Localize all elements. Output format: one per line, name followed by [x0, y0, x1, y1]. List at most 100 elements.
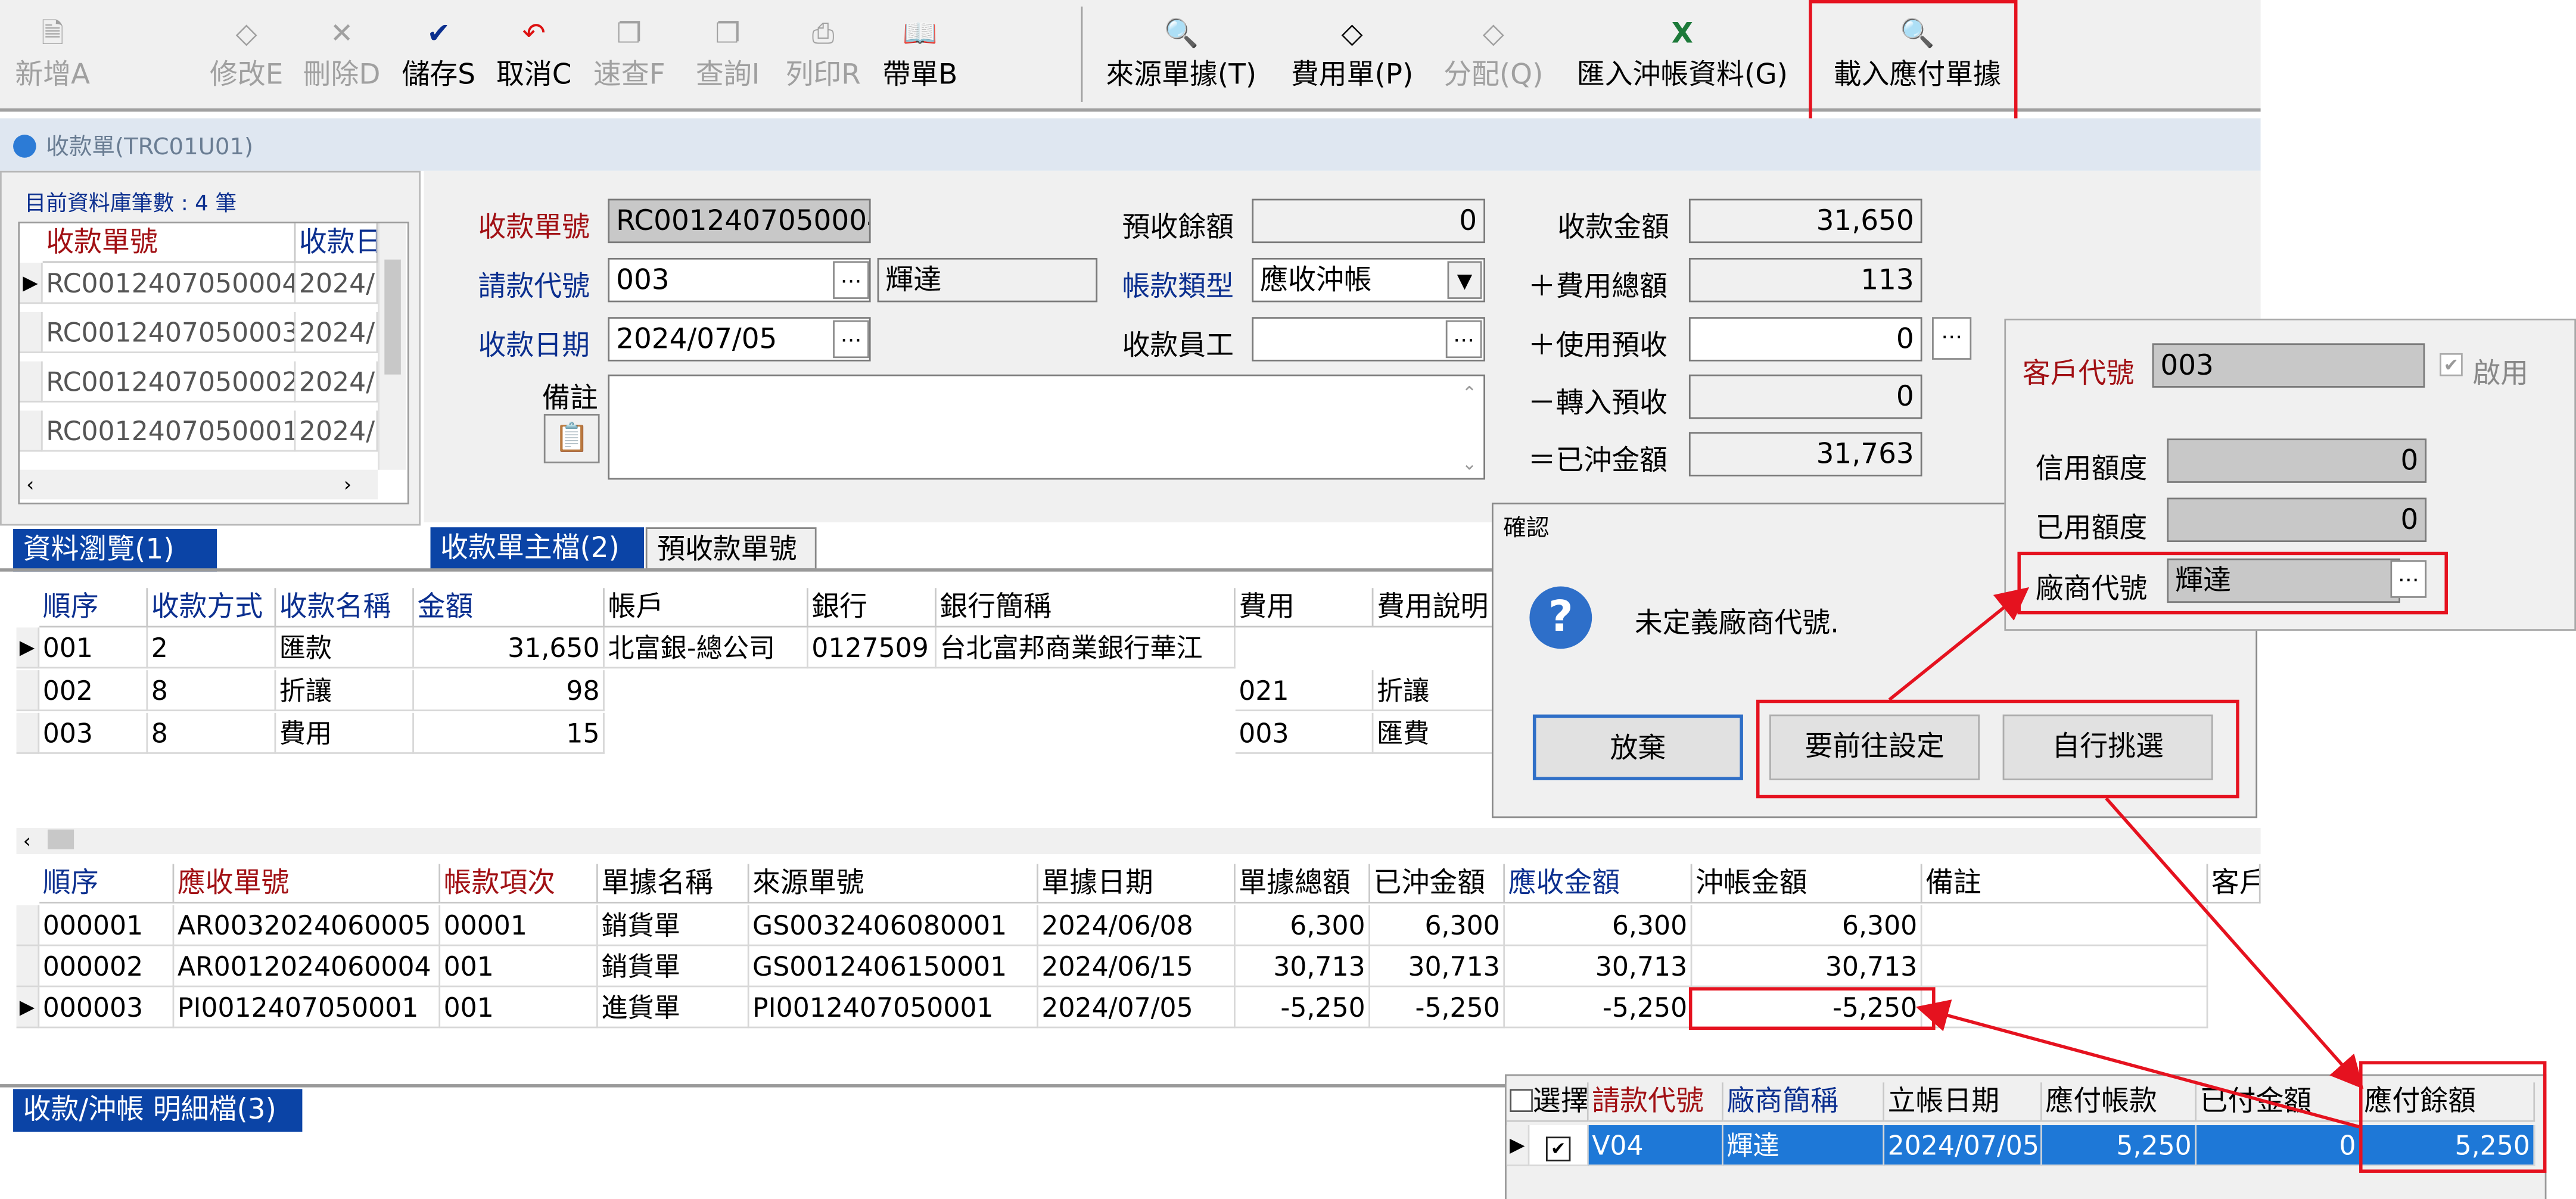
grid-cell[interactable]: 北富銀-總公司: [604, 627, 808, 669]
grid-cell[interactable]: AR0032024060005: [174, 905, 441, 946]
grid-cell[interactable]: 8: [148, 670, 276, 712]
grid-cell[interactable]: 002: [39, 670, 148, 712]
col-header[interactable]: 來源單號: [749, 864, 1038, 904]
grid-cell[interactable]: 30,713: [1235, 946, 1370, 988]
col-header[interactable]: 單據日期: [1038, 864, 1236, 904]
grid-cell[interactable]: 2024/07/05: [1884, 1125, 2042, 1166]
grid-cell[interactable]: 30,713: [1692, 946, 1922, 988]
col-header[interactable]: 廠商簡稱: [1723, 1082, 1885, 1122]
grid-cell[interactable]: 2024/06/08: [1038, 905, 1236, 946]
col-header[interactable]: 沖帳金額: [1692, 864, 1922, 904]
memo-clipboard-button[interactable]: 📋: [543, 413, 600, 463]
date-field[interactable]: 2024/07/05: [608, 317, 871, 362]
grid-cell[interactable]: 2: [148, 627, 276, 669]
save-button[interactable]: ✔ 儲存S: [396, 0, 481, 105]
receipt-no-field[interactable]: RC0012407050004: [608, 198, 871, 244]
grid-cell[interactable]: 0127509: [808, 627, 937, 669]
new-button[interactable]: 🗎 新增A: [7, 0, 98, 105]
grid-cell[interactable]: 6,300: [1692, 905, 1922, 946]
grid-cell[interactable]: 匯費: [1373, 712, 1495, 754]
col-header[interactable]: 帳戶: [604, 588, 808, 628]
browse-horizontal-scrollbar[interactable]: ‹ ›: [20, 469, 378, 500]
grid-cell[interactable]: GS0012406150001: [749, 946, 1038, 988]
tab-prepaid-no[interactable]: 預收款單號: [645, 527, 817, 570]
grid-cell[interactable]: 2024/06/15: [1038, 946, 1236, 988]
bring-document-button[interactable]: 📖 帶單B: [876, 0, 965, 105]
browse-cell[interactable]: 2024/0: [295, 361, 378, 403]
grid-cell[interactable]: 銷貨單: [598, 946, 749, 988]
grid-cell[interactable]: 001: [440, 987, 598, 1029]
col-header[interactable]: 順序: [39, 864, 175, 904]
grid-cell[interactable]: 15: [413, 712, 605, 754]
payer-code-field[interactable]: 003: [608, 257, 871, 303]
col-header[interactable]: 單據名稱: [598, 864, 749, 904]
row-select-checkbox[interactable]: ✔: [1529, 1125, 1589, 1166]
grid-cell[interactable]: V04: [1588, 1125, 1723, 1166]
grid-cell[interactable]: 台北富邦商業銀行華江: [936, 627, 1236, 669]
col-header[interactable]: 銀行簡稱: [936, 588, 1236, 628]
grid-cell[interactable]: 6,300: [1235, 905, 1370, 946]
col-header[interactable]: 備註: [1922, 864, 2208, 904]
grid-cell[interactable]: 6,300: [1505, 905, 1693, 946]
grid-cell[interactable]: 30,713: [1505, 946, 1693, 988]
tab-browse[interactable]: 資料瀏覽(1): [13, 528, 217, 572]
col-header[interactable]: 立帳日期: [1884, 1082, 2042, 1122]
use-prepay-field[interactable]: 0: [1688, 317, 1922, 362]
col-header-receipt-no[interactable]: 收款單號: [42, 223, 296, 263]
chevron-down-icon[interactable]: ▼: [1447, 261, 1482, 299]
source-document-button[interactable]: 🔍 來源單據(T): [1097, 0, 1265, 105]
memo-textarea[interactable]: ⌃ ⌄: [608, 374, 1485, 480]
col-header[interactable]: 順序: [39, 588, 148, 628]
grid-cell[interactable]: [1922, 946, 2208, 988]
edit-button[interactable]: ◇ 修改E: [204, 0, 289, 105]
use-prepay-lookup-button[interactable]: …: [1932, 317, 1972, 360]
grid-cell[interactable]: -5,250: [1235, 987, 1370, 1029]
col-header[interactable]: 應收金額: [1505, 864, 1693, 904]
customer-code-field[interactable]: 003: [2152, 343, 2425, 388]
query-button[interactable]: ❐ 查詢I: [685, 0, 770, 105]
method-grid-horizontal-scrollbar[interactable]: ‹: [16, 827, 2261, 855]
allocate-button[interactable]: ◇ 分配(Q): [1439, 0, 1548, 105]
grid-cell[interactable]: 000002: [39, 946, 175, 988]
grid-cell[interactable]: PI0012407050001: [174, 987, 441, 1029]
grid-cell[interactable]: 00001: [440, 905, 598, 946]
collector-lookup-button[interactable]: …: [1445, 320, 1482, 359]
grid-cell[interactable]: 2024/07/05: [1038, 987, 1236, 1029]
col-header-select[interactable]: 選擇: [1506, 1082, 1589, 1122]
grid-cell[interactable]: -5,250: [1370, 987, 1505, 1029]
offset-detail-grid[interactable]: 順序 應收單號 帳款項次 單據名稱 來源單號 單據日期 單據總額 已沖金額 應收…: [16, 864, 2261, 1085]
grid-cell[interactable]: 31,650: [413, 627, 605, 669]
tab-receipt-master[interactable]: 收款單主檔(2): [430, 527, 645, 570]
import-offset-data-button[interactable]: X 匯入沖帳資料(G): [1567, 0, 1797, 105]
col-header[interactable]: 已沖金額: [1370, 864, 1505, 904]
grid-cell[interactable]: 003: [39, 712, 148, 754]
col-header[interactable]: 費用: [1235, 588, 1374, 628]
grid-cell[interactable]: 003: [1235, 712, 1374, 754]
browse-cell[interactable]: 2024/0: [295, 263, 378, 304]
select-all-checkbox[interactable]: [1510, 1089, 1533, 1112]
fee-document-button[interactable]: ◇ 費用單(P): [1285, 0, 1420, 105]
grid-cell[interactable]: 折讓: [276, 670, 414, 712]
col-header[interactable]: 銀行: [808, 588, 937, 628]
abandon-button[interactable]: 放棄: [1532, 714, 1743, 780]
col-header[interactable]: 帳款項次: [440, 864, 598, 904]
grid-cell[interactable]: 001: [39, 627, 148, 669]
col-header[interactable]: 金額: [413, 588, 605, 628]
grid-cell[interactable]: 8: [148, 712, 276, 754]
browse-cell[interactable]: RC0012407050002: [42, 361, 296, 403]
col-header[interactable]: 單據總額: [1235, 864, 1370, 904]
browse-vertical-scrollbar[interactable]: [378, 223, 406, 470]
grid-cell[interactable]: 進貨單: [598, 987, 749, 1029]
payer-code-lookup-button[interactable]: …: [833, 261, 869, 299]
grid-cell[interactable]: AR0012024060004: [174, 946, 441, 988]
browse-cell[interactable]: 2024/0: [295, 312, 378, 353]
grid-cell[interactable]: 5,250: [2042, 1125, 2197, 1166]
browse-cell[interactable]: RC0012407050001: [42, 410, 296, 452]
cancel-button[interactable]: ↶ 取消C: [491, 0, 577, 105]
grid-cell[interactable]: 6,300: [1370, 905, 1505, 946]
grid-cell[interactable]: -5,250: [1505, 987, 1693, 1029]
col-header[interactable]: 應付帳款: [2042, 1082, 2197, 1122]
grid-cell[interactable]: 000001: [39, 905, 175, 946]
tab-offset-detail[interactable]: 收款/沖帳 明細檔(3): [13, 1089, 303, 1132]
grid-cell[interactable]: 000003: [39, 987, 175, 1029]
